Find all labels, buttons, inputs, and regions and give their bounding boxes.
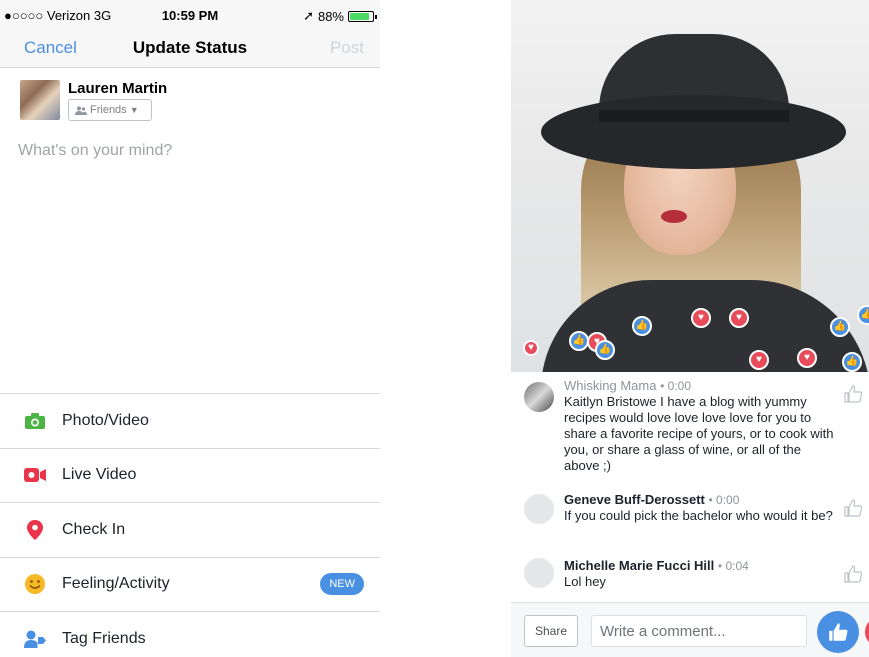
user-name: Lauren Martin xyxy=(68,80,168,97)
tag-friends-icon xyxy=(24,628,46,650)
smiley-icon xyxy=(24,573,46,595)
video-frame-shape xyxy=(541,95,846,169)
thumbs-up-icon[interactable] xyxy=(843,564,863,584)
live-video-screen: ♥ 👍 ♥ 👍 👍 ♥ ♥ ♥ ♥ 👍 👍 👍 ♥ ♥ Whisking Mam… xyxy=(511,0,869,657)
comment-author[interactable]: Geneve Buff-Derossett xyxy=(564,492,705,507)
comment-list: Whisking Mama • 0:00 Kaitlyn Bristowe I … xyxy=(511,372,869,602)
comment-text: Kaitlyn Bristowe I have a blog with yumm… xyxy=(564,394,834,473)
status-bar: ●○○○○ Verizon 3G 10:59 PM ➚ 88% xyxy=(0,0,380,30)
like-reaction-icon: 👍 xyxy=(830,317,850,337)
comment-input[interactable] xyxy=(591,615,807,647)
composer-actions: Photo/Video Live Video Check In Feeling/… xyxy=(0,393,380,657)
avatar xyxy=(20,80,60,120)
avatar xyxy=(524,494,554,524)
location-pin-icon xyxy=(24,519,46,541)
thumbs-up-icon xyxy=(829,623,848,641)
live-video-player[interactable]: ♥ 👍 ♥ 👍 👍 ♥ ♥ ♥ ♥ 👍 👍 👍 xyxy=(511,0,869,372)
video-frame-shape xyxy=(661,210,687,223)
love-reaction-icon: ♥ xyxy=(729,308,749,328)
comment-body: Whisking Mama • 0:00 Kaitlyn Bristowe I … xyxy=(564,378,840,474)
comment-text: Lol hey xyxy=(564,574,606,589)
chevron-down-icon: ▼ xyxy=(129,105,139,115)
action-live-video[interactable]: Live Video xyxy=(0,447,380,503)
action-label: Photo/Video xyxy=(62,411,149,429)
comment-body: Geneve Buff-Derossett • 0:00 If you coul… xyxy=(564,492,840,524)
love-button[interactable] xyxy=(865,617,869,647)
comment-time: 0:00 xyxy=(667,379,691,393)
share-button[interactable]: Share xyxy=(524,615,578,647)
action-tag-friends[interactable]: Tag Friends xyxy=(0,611,380,657)
page-title: Update Status xyxy=(132,38,248,57)
love-reaction-icon: ♥ xyxy=(523,340,539,356)
battery-indicator: ➚ 88% xyxy=(303,8,377,24)
action-label: Tag Friends xyxy=(62,629,146,647)
comment-bar: Share xyxy=(511,602,869,657)
new-badge: NEW xyxy=(320,573,364,596)
thumbs-up-icon[interactable] xyxy=(843,384,863,404)
love-reaction-icon: ♥ xyxy=(749,350,769,370)
love-reaction-icon: ♥ xyxy=(797,348,817,368)
like-reaction-icon: 👍 xyxy=(569,331,589,351)
like-reaction-icon: 👍 xyxy=(842,352,862,372)
like-reaction-icon: 👍 xyxy=(632,316,652,336)
post-button[interactable]: Post xyxy=(330,38,364,58)
like-button[interactable] xyxy=(817,611,859,653)
video-frame-shape xyxy=(599,110,789,122)
action-feeling-activity[interactable]: Feeling/Activity NEW xyxy=(0,556,380,612)
live-video-icon xyxy=(24,464,46,486)
thumbs-up-icon[interactable] xyxy=(843,498,863,518)
camera-icon xyxy=(24,410,46,432)
status-input[interactable]: What's on your mind? xyxy=(18,142,172,160)
audience-selector[interactable]: Friends ▼ xyxy=(68,99,152,121)
comment-time: 0:00 xyxy=(716,493,740,507)
comment-text: If you could pick the bachelor who would… xyxy=(564,508,833,523)
action-label: Check In xyxy=(62,520,126,538)
like-reaction-icon: 👍 xyxy=(857,305,869,325)
location-arrow-icon: ➚ xyxy=(303,8,314,23)
audience-label: Friends xyxy=(90,104,127,116)
nav-bar: Cancel Update Status Post xyxy=(0,30,380,68)
friends-icon xyxy=(75,106,87,115)
avatar xyxy=(524,558,554,588)
battery-percent: 88% xyxy=(317,8,344,24)
comment-body: Michelle Marie Fucci Hill • 0:04 Lol hey xyxy=(564,558,840,590)
battery-icon xyxy=(348,10,377,22)
action-photo-video[interactable]: Photo/Video xyxy=(0,393,380,448)
action-label: Feeling/Activity xyxy=(62,575,170,593)
update-status-screen: ●○○○○ Verizon 3G 10:59 PM ➚ 88% Cancel U… xyxy=(0,0,380,657)
action-label: Live Video xyxy=(62,466,137,484)
comment-author[interactable]: Whisking Mama xyxy=(564,378,656,393)
like-reaction-icon: 👍 xyxy=(595,340,615,360)
avatar xyxy=(524,382,554,412)
comment-time: 0:04 xyxy=(725,559,749,573)
love-reaction-icon: ♥ xyxy=(691,308,711,328)
action-check-in[interactable]: Check In xyxy=(0,502,380,557)
comment-author[interactable]: Michelle Marie Fucci Hill xyxy=(564,558,714,573)
